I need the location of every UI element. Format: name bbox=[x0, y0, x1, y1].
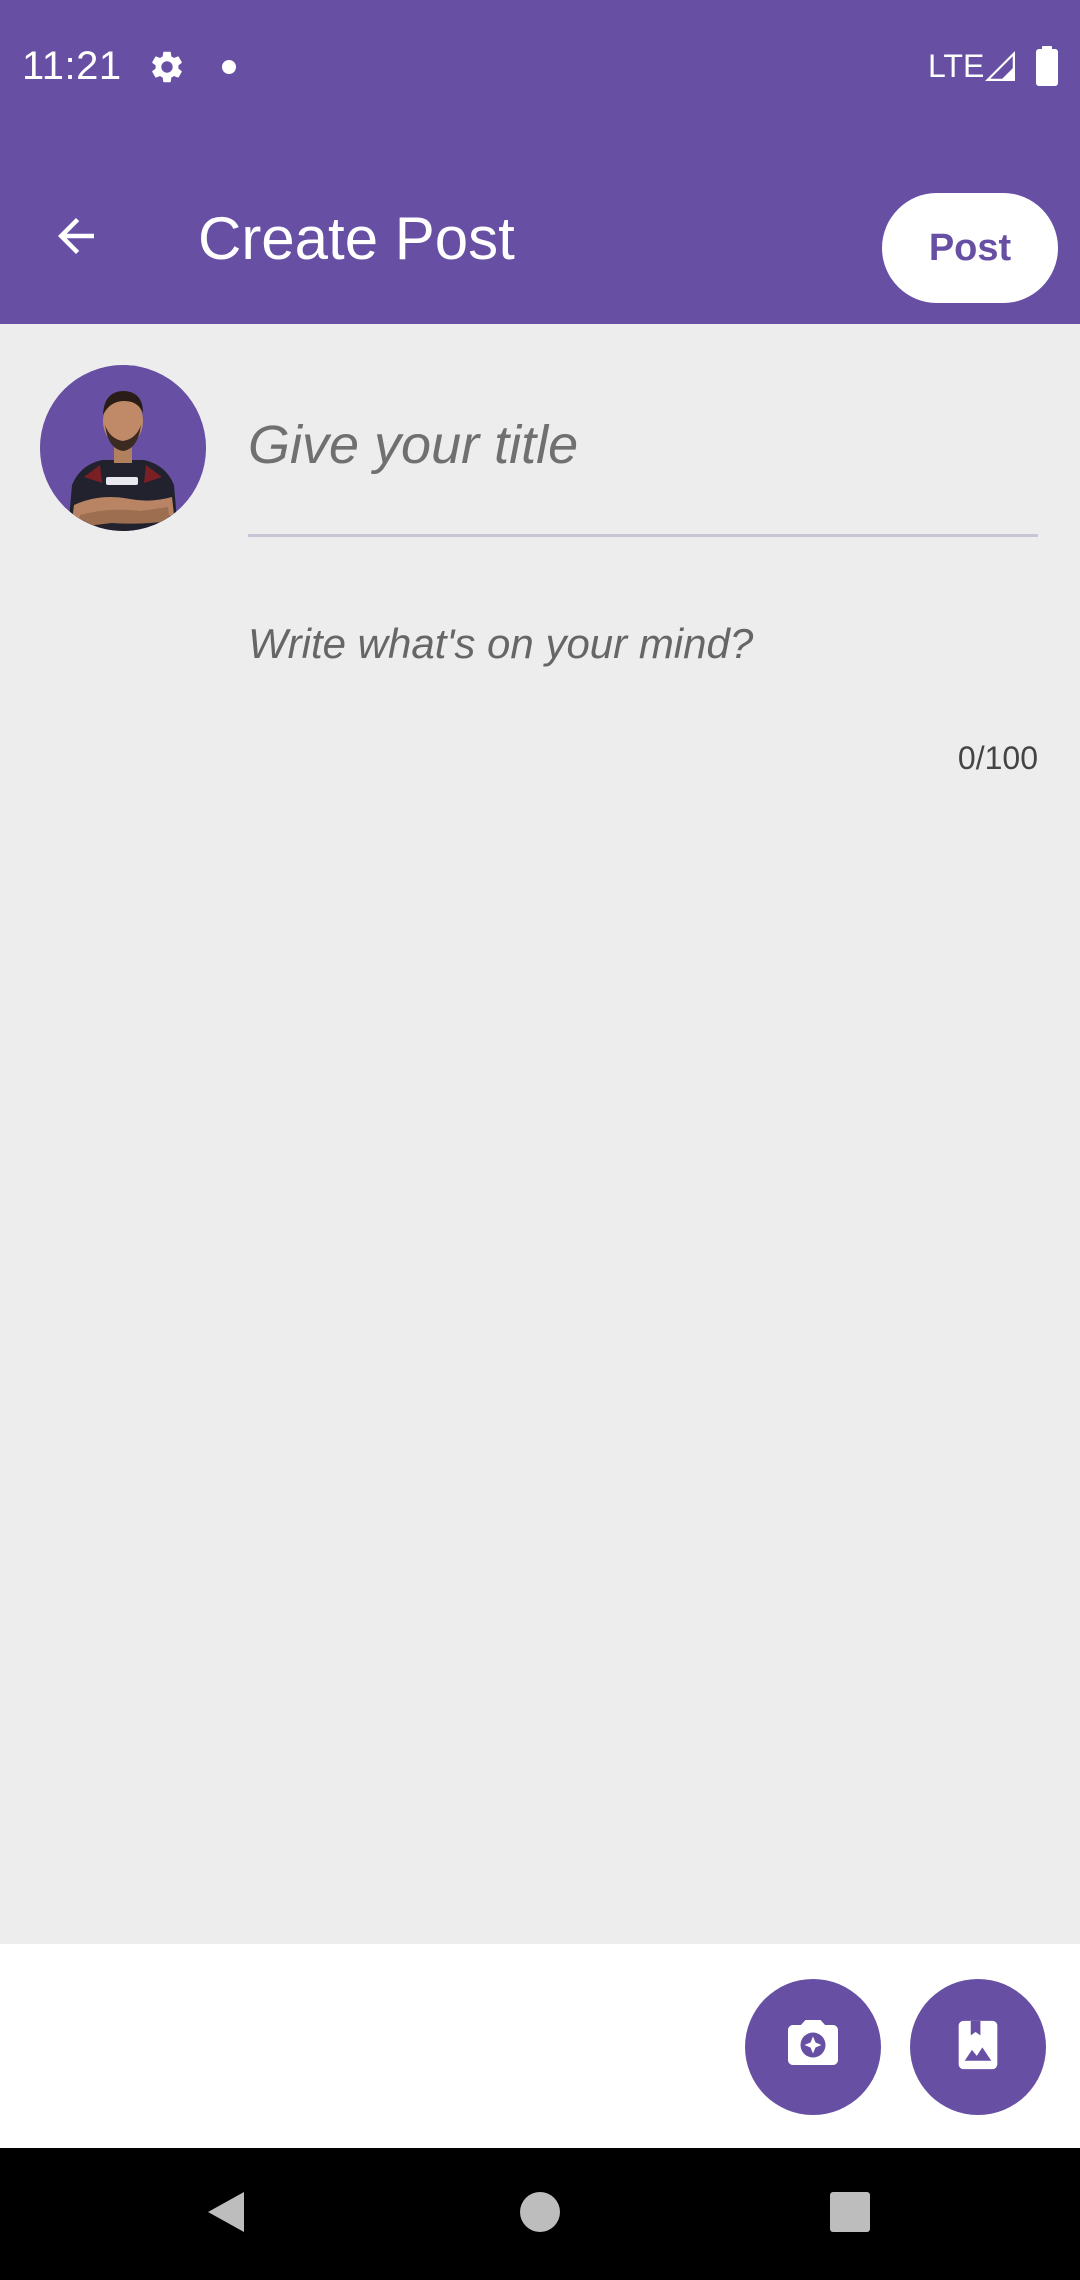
nav-recents-icon bbox=[830, 2191, 870, 2237]
network-type: LTE bbox=[928, 48, 985, 84]
body-input[interactable] bbox=[248, 620, 1038, 700]
title-field bbox=[248, 390, 1038, 538]
gear-icon bbox=[148, 48, 186, 86]
nav-home-icon bbox=[519, 2191, 561, 2238]
camera-icon bbox=[783, 2015, 843, 2080]
nav-back-button[interactable] bbox=[186, 2174, 266, 2254]
signal-icon bbox=[982, 48, 1018, 84]
title-underline bbox=[248, 534, 1038, 537]
status-bar: 11:21 LTE bbox=[0, 0, 1080, 134]
battery-icon bbox=[1036, 46, 1058, 86]
post-button[interactable]: Post bbox=[882, 193, 1058, 303]
avatar bbox=[40, 365, 206, 531]
nav-bar bbox=[0, 2148, 1080, 2280]
app-bar: Create Post Post bbox=[0, 134, 1080, 324]
camera-button[interactable] bbox=[745, 1979, 881, 2115]
arrow-left-icon bbox=[49, 209, 103, 268]
screen: 11:21 LTE Create Post Post Give your tit… bbox=[0, 0, 1080, 2280]
gallery-button[interactable] bbox=[910, 1979, 1046, 2115]
title-input[interactable] bbox=[248, 390, 1038, 500]
back-button[interactable] bbox=[38, 200, 114, 276]
char-counter: 0/100 bbox=[957, 740, 1038, 776]
user-avatar-image bbox=[40, 365, 206, 531]
status-time: 11:21 bbox=[22, 44, 122, 88]
image-bookmark-icon bbox=[949, 2016, 1007, 2079]
page-title: Create Post bbox=[198, 205, 515, 272]
notification-dot-icon bbox=[222, 60, 236, 74]
nav-recents-button[interactable] bbox=[810, 2174, 890, 2254]
attach-bar bbox=[0, 1944, 1080, 2148]
nav-home-button[interactable] bbox=[500, 2174, 580, 2254]
nav-back-icon bbox=[206, 2190, 246, 2239]
